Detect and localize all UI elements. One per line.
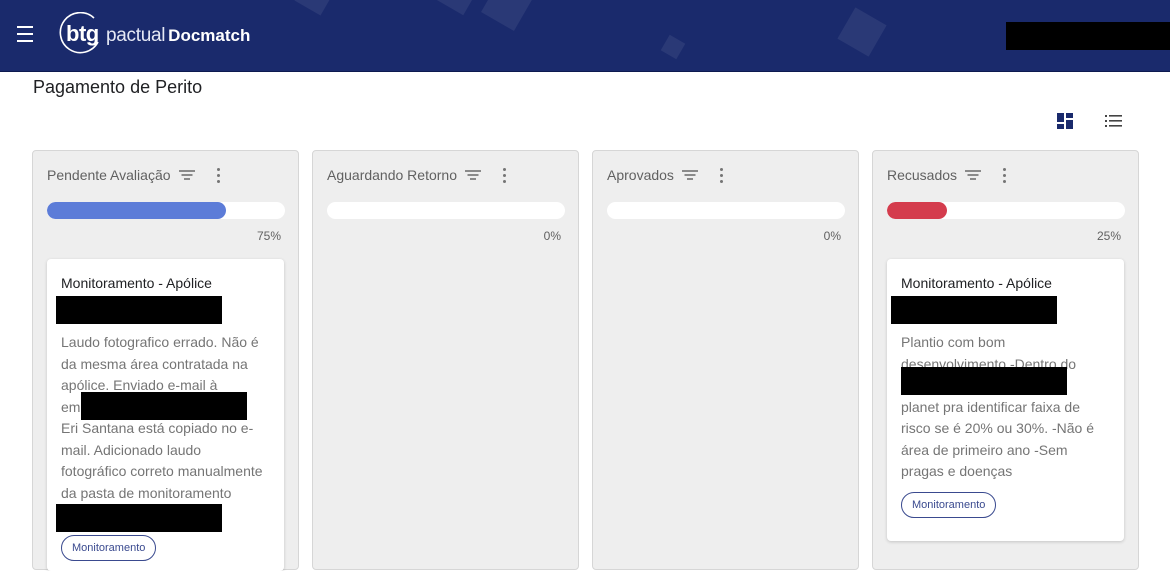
column-title: Aprovados bbox=[607, 167, 674, 183]
progress-bar bbox=[327, 202, 565, 219]
progress-fill bbox=[47, 202, 226, 219]
progress-percentage: 75% bbox=[256, 229, 281, 243]
grid-view-icon[interactable] bbox=[1056, 112, 1076, 132]
logo-mark: btg bbox=[56, 12, 104, 58]
logo-pactual-text: pactual bbox=[106, 25, 166, 46]
progress-percentage: 0% bbox=[543, 229, 561, 243]
filter-icon[interactable] bbox=[178, 169, 195, 181]
menu-icon[interactable] bbox=[14, 26, 36, 46]
progress-fill bbox=[887, 202, 947, 219]
column-header: Aprovados bbox=[607, 167, 724, 183]
column-title: Recusados bbox=[887, 167, 958, 183]
more-vert-icon[interactable] bbox=[216, 167, 221, 183]
header-decoration bbox=[294, 0, 336, 16]
column-header: Aguardando Retorno bbox=[327, 167, 507, 183]
redacted-block bbox=[56, 504, 222, 532]
filter-icon[interactable] bbox=[965, 169, 982, 181]
progress-bar bbox=[607, 202, 845, 219]
redacted-block bbox=[81, 392, 247, 420]
filter-icon[interactable] bbox=[681, 169, 698, 181]
more-vert-icon[interactable] bbox=[719, 167, 724, 183]
header-decoration bbox=[433, 0, 481, 16]
kanban-card[interactable]: Monitoramento - Apólice Laudo fotografic… bbox=[47, 259, 284, 571]
card-title: Monitoramento - Apólice bbox=[61, 275, 212, 291]
header-decoration bbox=[660, 34, 686, 60]
progress-bar bbox=[887, 202, 1125, 219]
page-title: Pagamento de Perito bbox=[33, 77, 203, 97]
user-info-redacted bbox=[1006, 22, 1170, 50]
column-pendente-avaliacao: Pendente Avaliação 75% Monitoramento - A… bbox=[32, 150, 299, 571]
header-decoration bbox=[481, 0, 533, 31]
column-recusados: Recusados 25% Monitoramento - Apólice Pl… bbox=[872, 150, 1139, 570]
card-description: Plantio com bom desenvolvimento -Dentro … bbox=[901, 334, 1094, 479]
header-decoration bbox=[837, 7, 887, 57]
column-header: Pendente Avaliação bbox=[47, 167, 221, 183]
column-aguardando-retorno: Aguardando Retorno 0% bbox=[312, 150, 579, 570]
redacted-block bbox=[56, 296, 222, 324]
progress-percentage: 25% bbox=[1096, 229, 1121, 243]
column-title: Pendente Avaliação bbox=[47, 167, 171, 183]
column-title: Aguardando Retorno bbox=[327, 167, 457, 183]
column-header: Recusados bbox=[887, 167, 1007, 183]
progress-bar bbox=[47, 202, 285, 219]
more-vert-icon[interactable] bbox=[503, 167, 507, 183]
tag-chip[interactable]: Monitoramento bbox=[61, 535, 157, 561]
column-aprovados: Aprovados 0% bbox=[592, 150, 859, 570]
tag-chip[interactable]: Monitoramento bbox=[901, 492, 997, 518]
logo-btg-text: btg bbox=[66, 21, 99, 46]
app-logo: btg pactual Docmatch bbox=[56, 12, 250, 58]
logo-docmatch-text: Docmatch bbox=[168, 26, 251, 45]
card-title: Monitoramento - Apólice bbox=[901, 275, 1052, 291]
list-view-icon[interactable] bbox=[1104, 112, 1124, 132]
redacted-block bbox=[901, 367, 1067, 395]
kanban-card[interactable]: Monitoramento - Apólice Plantio com bom … bbox=[887, 259, 1124, 541]
more-vert-icon[interactable] bbox=[1003, 167, 1007, 183]
progress-percentage: 0% bbox=[823, 229, 841, 243]
app-header: btg pactual Docmatch bbox=[0, 0, 1170, 72]
filter-icon[interactable] bbox=[465, 169, 481, 181]
redacted-block bbox=[891, 296, 1057, 324]
